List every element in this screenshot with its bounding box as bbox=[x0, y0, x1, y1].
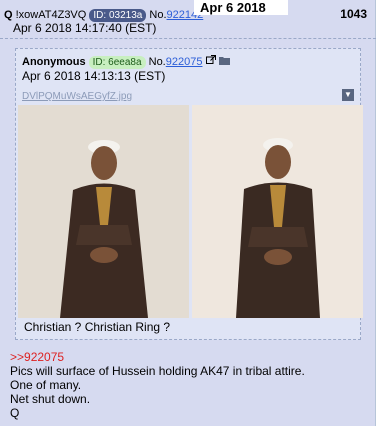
photo-left[interactable] bbox=[18, 105, 189, 318]
body-line: One of many. bbox=[10, 378, 82, 392]
external-link-icon[interactable] bbox=[205, 55, 219, 68]
body-line: Net shut down. bbox=[10, 392, 91, 406]
post-counter: 1043 bbox=[340, 7, 367, 21]
reply-quote-link[interactable]: >>922075 bbox=[10, 350, 305, 364]
folder-icon[interactable] bbox=[218, 56, 230, 68]
quoted-caption: Christian ? Christian Ring ? bbox=[24, 320, 171, 334]
quoted-post: Anonymous ID: 6eea8a No.922075 Apr 6 201… bbox=[15, 48, 363, 340]
quoted-author-name: Anonymous bbox=[22, 56, 86, 68]
body-line: Pics will surface of Hussein holding AK4… bbox=[10, 364, 305, 378]
no-label: No. bbox=[149, 9, 167, 21]
divider bbox=[0, 38, 376, 39]
quoted-post-number-link[interactable]: 922075 bbox=[166, 56, 203, 68]
quoted-no-label: No. bbox=[148, 56, 166, 68]
post-header: Q !xowAT4Z3VQ ID: 03213a No.922142 bbox=[4, 8, 203, 22]
body-line: Q bbox=[10, 406, 20, 420]
post: Q !xowAT4Z3VQ ID: 03213a No.922142 Apr 6… bbox=[0, 0, 376, 426]
post-datetime: Apr 6 2018 14:17:40 (EST) bbox=[13, 21, 157, 35]
overlay-date-label: Apr 6 2018 bbox=[194, 0, 288, 15]
download-icon[interactable]: ▼ bbox=[342, 89, 354, 101]
image-filename-link[interactable]: DVlPQMuWsAEGyfZ.jpg bbox=[22, 91, 132, 102]
tripcode: !xowAT4Z3VQ bbox=[15, 9, 87, 21]
trip-prefix: Q bbox=[4, 9, 13, 21]
quoted-post-header: Anonymous ID: 6eea8a No.922075 bbox=[22, 55, 230, 69]
quoted-id-badge[interactable]: ID: 6eea8a bbox=[88, 56, 146, 69]
photo-right[interactable] bbox=[192, 105, 363, 318]
quoted-datetime: Apr 6 2018 14:13:13 (EST) bbox=[22, 69, 166, 83]
post-body: >>922075 Pics will surface of Hussein ho… bbox=[10, 350, 305, 420]
